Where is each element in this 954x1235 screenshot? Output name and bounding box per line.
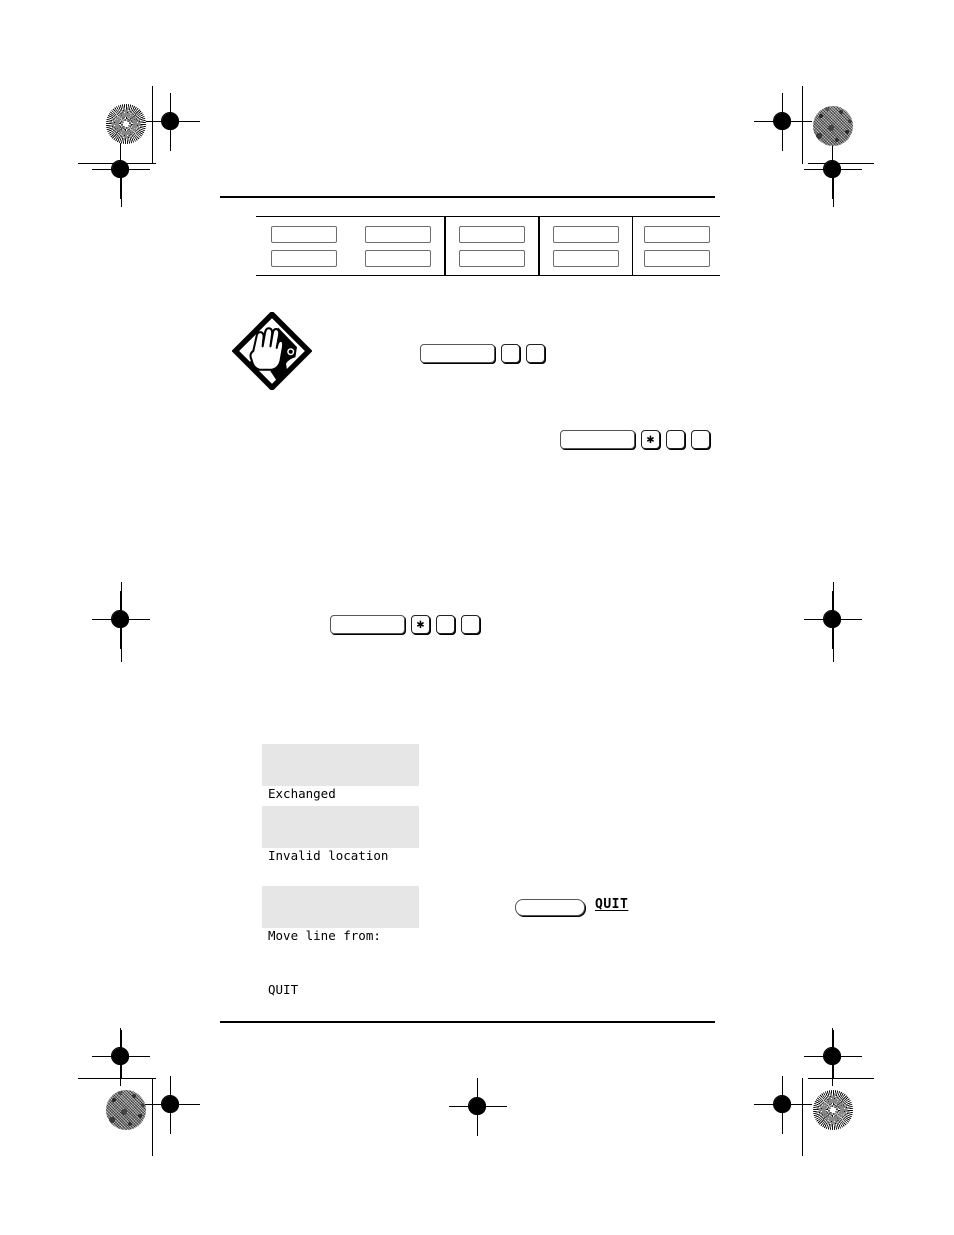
table-cell-box[interactable]: [459, 249, 525, 267]
table-cell-box[interactable]: [553, 249, 619, 267]
display-line-1: Move line from:: [268, 928, 381, 943]
trim-line: [802, 86, 803, 164]
key-sequence-1: [420, 344, 545, 363]
header-rule: [220, 196, 715, 198]
feature-key[interactable]: [560, 430, 635, 449]
display-line-1: Invalid location: [268, 848, 389, 863]
table-cell-box[interactable]: [365, 225, 431, 243]
trim-line: [152, 1078, 153, 1156]
table-column-4: [540, 216, 632, 276]
table-cell-box[interactable]: [643, 249, 710, 267]
feature-key[interactable]: [420, 344, 495, 363]
registration-target: [754, 1076, 812, 1134]
trim-line: [78, 1078, 156, 1079]
table-cell-box[interactable]: [365, 249, 431, 267]
digit-key[interactable]: [461, 615, 480, 634]
trim-line: [802, 1078, 803, 1156]
trim-line: [808, 1078, 874, 1079]
dot-gain-grain-target: [106, 1090, 146, 1130]
table-cell-box[interactable]: [271, 225, 337, 243]
manual-page: ✱ ✱ Exchanged Invalid location Move line…: [0, 0, 954, 1235]
registration-target: [142, 93, 200, 151]
registration-target: [92, 591, 150, 649]
registration-target: [804, 1028, 862, 1086]
key-sequence-3: ✱: [330, 615, 480, 634]
table-column-1: [256, 216, 352, 276]
dot-gain-grain-target: [813, 106, 853, 146]
digit-key[interactable]: [526, 344, 545, 363]
table-cell-box[interactable]: [271, 249, 337, 267]
trim-line: [152, 86, 153, 164]
registration-target: [804, 141, 862, 199]
registration-target: [142, 1076, 200, 1134]
table-cell-box[interactable]: [643, 225, 710, 243]
digit-key[interactable]: [666, 430, 685, 449]
feature-key-table: [256, 216, 720, 276]
table-column-3-highlighted: [444, 216, 540, 276]
registration-target: [92, 141, 150, 199]
star-burst-moire-target: [813, 1090, 853, 1130]
asterisk-key[interactable]: ✱: [411, 615, 430, 634]
registration-target: [92, 1028, 150, 1086]
registration-target: [804, 591, 862, 649]
feature-key[interactable]: [330, 615, 405, 634]
softkey-quit-label: QUIT: [595, 897, 629, 912]
display-line-2: QUIT: [268, 982, 299, 997]
tips-listening-diamond-icon: [231, 310, 313, 392]
table-cell-box[interactable]: [459, 225, 525, 243]
asterisk-key[interactable]: ✱: [641, 430, 660, 449]
table-cell-box[interactable]: [553, 225, 619, 243]
digit-key[interactable]: [501, 344, 520, 363]
table-column-2: [352, 216, 444, 276]
key-sequence-2: ✱: [560, 430, 710, 449]
registration-target: [754, 93, 812, 151]
display-invalid-location: Invalid location: [262, 806, 419, 863]
display-line-1: Exchanged: [268, 786, 336, 801]
softkey-button[interactable]: [515, 899, 585, 916]
registration-target: [449, 1078, 507, 1136]
display-exchanged: Exchanged: [262, 744, 419, 801]
display-move-line-from: Move line from: QUIT: [262, 886, 419, 997]
star-burst-moire-target: [106, 104, 146, 144]
digit-key[interactable]: [691, 430, 710, 449]
digit-key[interactable]: [436, 615, 455, 634]
table-column-5: [632, 216, 720, 276]
